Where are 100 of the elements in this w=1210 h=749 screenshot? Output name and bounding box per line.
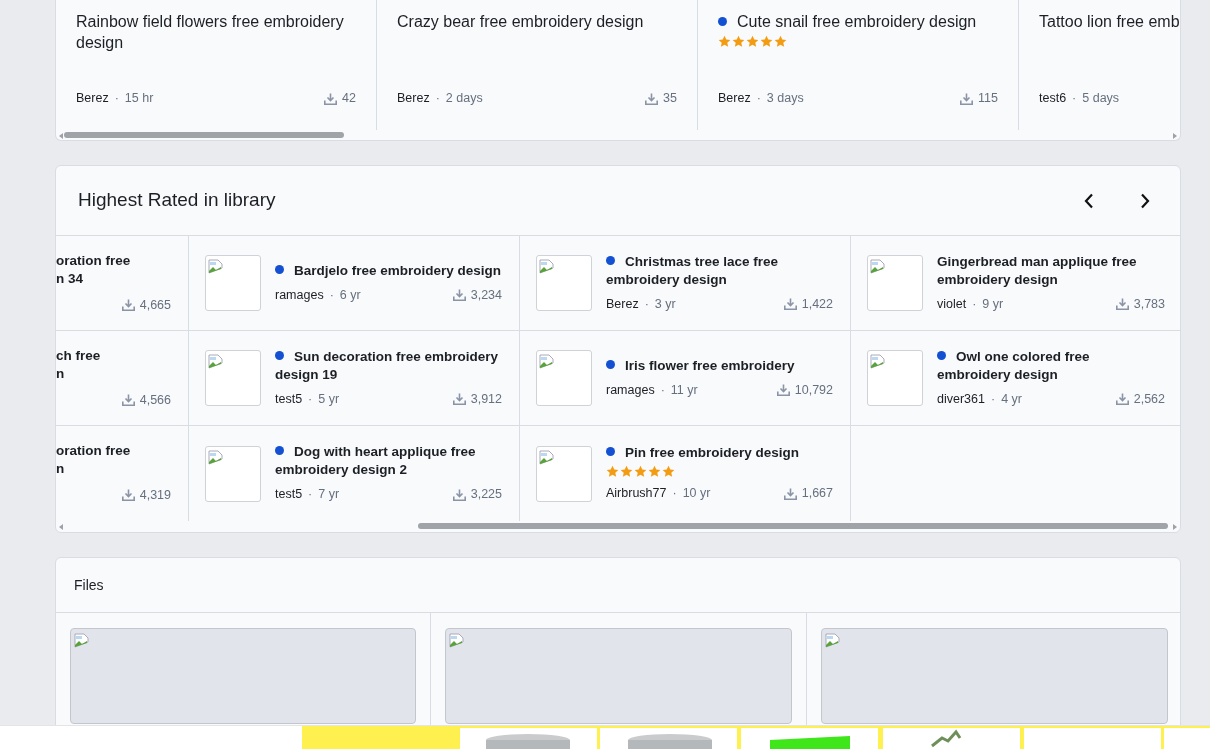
download-icon (645, 92, 659, 105)
download-count: 35 (663, 90, 677, 108)
time-ago: 5 yr (318, 390, 340, 408)
broken-image-icon (825, 633, 841, 649)
thumbnail[interactable] (867, 255, 923, 311)
time-ago: 6 yr (339, 286, 361, 304)
time-ago: 2 days (445, 90, 483, 108)
download-count: 3,234 (470, 286, 502, 304)
separator-dot: · (435, 90, 440, 108)
download-icon (1115, 298, 1129, 310)
image-placeholder[interactable] (70, 628, 416, 724)
design-title[interactable]: Crazy bear free embroidery design (397, 11, 677, 32)
design-title[interactable]: Gingerbread man applique free embroidery design (937, 252, 1165, 289)
design-title[interactable]: Tattoo lion free emb (1039, 11, 1180, 32)
design-title[interactable]: Christmas tree lace free embroidery design (606, 252, 833, 289)
author-name[interactable]: test6 (1039, 89, 1067, 108)
author-name[interactable]: Berez (606, 294, 639, 314)
download-count: 4,665 (139, 297, 171, 314)
design-title[interactable]: Bardjelo free embroidery design (275, 261, 502, 280)
author-name[interactable]: ramages (606, 380, 655, 400)
download-count: 42 (342, 90, 356, 108)
download-count: 115 (978, 90, 998, 108)
design-title[interactable]: oration free n (56, 442, 171, 478)
download-count: 2,562 (1133, 390, 1165, 408)
design-title[interactable]: Dog with heart applique free embroidery design 2 (275, 443, 502, 480)
design-title[interactable]: Cute snail free embroidery design (718, 11, 998, 32)
author-name[interactable]: Berez (76, 89, 109, 108)
time-ago: 4 yr (1001, 390, 1022, 408)
broken-image-icon (539, 354, 555, 370)
time-ago: 15 hr (124, 90, 154, 108)
download-count: 1,667 (801, 485, 833, 503)
separator-dot: · (672, 485, 677, 503)
image-placeholder[interactable] (445, 628, 792, 724)
time-ago: 10 yr (682, 485, 711, 503)
download-icon (452, 393, 466, 405)
time-ago: 7 yr (318, 486, 340, 504)
thumbnail[interactable] (536, 445, 592, 502)
download-icon (783, 298, 797, 310)
author-name[interactable]: ramages (275, 285, 324, 305)
design-title[interactable]: ch free n (56, 347, 171, 383)
download-icon (1115, 393, 1129, 405)
download-count: 4,566 (139, 392, 171, 409)
ad-banner[interactable] (0, 725, 1210, 749)
download-icon (452, 289, 466, 301)
broken-image-icon (74, 633, 90, 649)
image-placeholder[interactable] (821, 628, 1168, 724)
time-ago: 11 yr (670, 381, 698, 399)
download-icon (783, 487, 797, 500)
design-title[interactable]: Iris flower free embroidery (606, 356, 833, 375)
download-icon (960, 92, 974, 105)
thumbnail[interactable] (536, 255, 592, 311)
download-icon (776, 384, 790, 396)
broken-image-icon (208, 259, 224, 275)
separator-dot: · (756, 90, 761, 108)
time-ago: 3 days (766, 90, 804, 108)
thumbnail[interactable] (205, 350, 261, 406)
download-icon (452, 488, 466, 501)
chevron-right-icon (1140, 192, 1150, 209)
download-icon (324, 92, 338, 105)
time-ago: 9 yr (982, 295, 1004, 313)
download-icon (121, 299, 135, 312)
author-name[interactable]: diver361 (937, 389, 985, 409)
broken-image-icon (449, 633, 465, 649)
chevron-left-icon (1084, 192, 1094, 209)
separator-dot: · (1072, 90, 1077, 108)
separator-dot: · (308, 486, 313, 504)
design-title[interactable]: Pin free embroidery design (606, 444, 833, 463)
download-count: 4,319 (139, 487, 171, 504)
download-count: 3,912 (470, 390, 502, 408)
broken-image-icon (208, 449, 224, 466)
author-name[interactable]: test5 (275, 485, 303, 504)
time-ago: 5 days (1082, 90, 1120, 108)
design-title[interactable]: Owl one colored free embroidery design (937, 347, 1165, 384)
download-icon (121, 394, 135, 407)
broken-image-icon (870, 354, 886, 370)
design-title[interactable]: Rainbow field flowers free embroidery design (76, 11, 356, 53)
section-title: Highest Rated in library (78, 188, 276, 213)
download-count: 3,225 (470, 486, 502, 504)
separator-dot: · (329, 286, 334, 304)
thumbnail[interactable] (867, 350, 923, 406)
author-name[interactable]: violet (937, 294, 967, 314)
download-count: 10,792 (794, 381, 833, 399)
separator-dot: · (308, 390, 313, 408)
author-name[interactable]: Airbrush77 (606, 484, 667, 503)
download-count: 3,783 (1133, 295, 1165, 313)
broken-image-icon (870, 259, 886, 275)
section-title: Files (74, 575, 104, 595)
author-name[interactable]: test5 (275, 389, 303, 409)
thumbnail[interactable] (205, 255, 261, 311)
thumbnail[interactable] (205, 445, 261, 502)
separator-dot: · (990, 390, 996, 408)
design-title[interactable]: Sun decoration free embroidery design 19 (275, 347, 502, 384)
thumbnail[interactable] (536, 350, 592, 406)
author-name[interactable]: Berez (718, 89, 751, 108)
broken-image-icon (208, 354, 224, 370)
author-name[interactable]: Berez (397, 89, 430, 108)
time-ago: 3 yr (654, 295, 676, 313)
download-icon (121, 489, 135, 502)
design-title[interactable]: oration free n 34 (56, 252, 171, 288)
separator-dot: · (972, 295, 977, 313)
